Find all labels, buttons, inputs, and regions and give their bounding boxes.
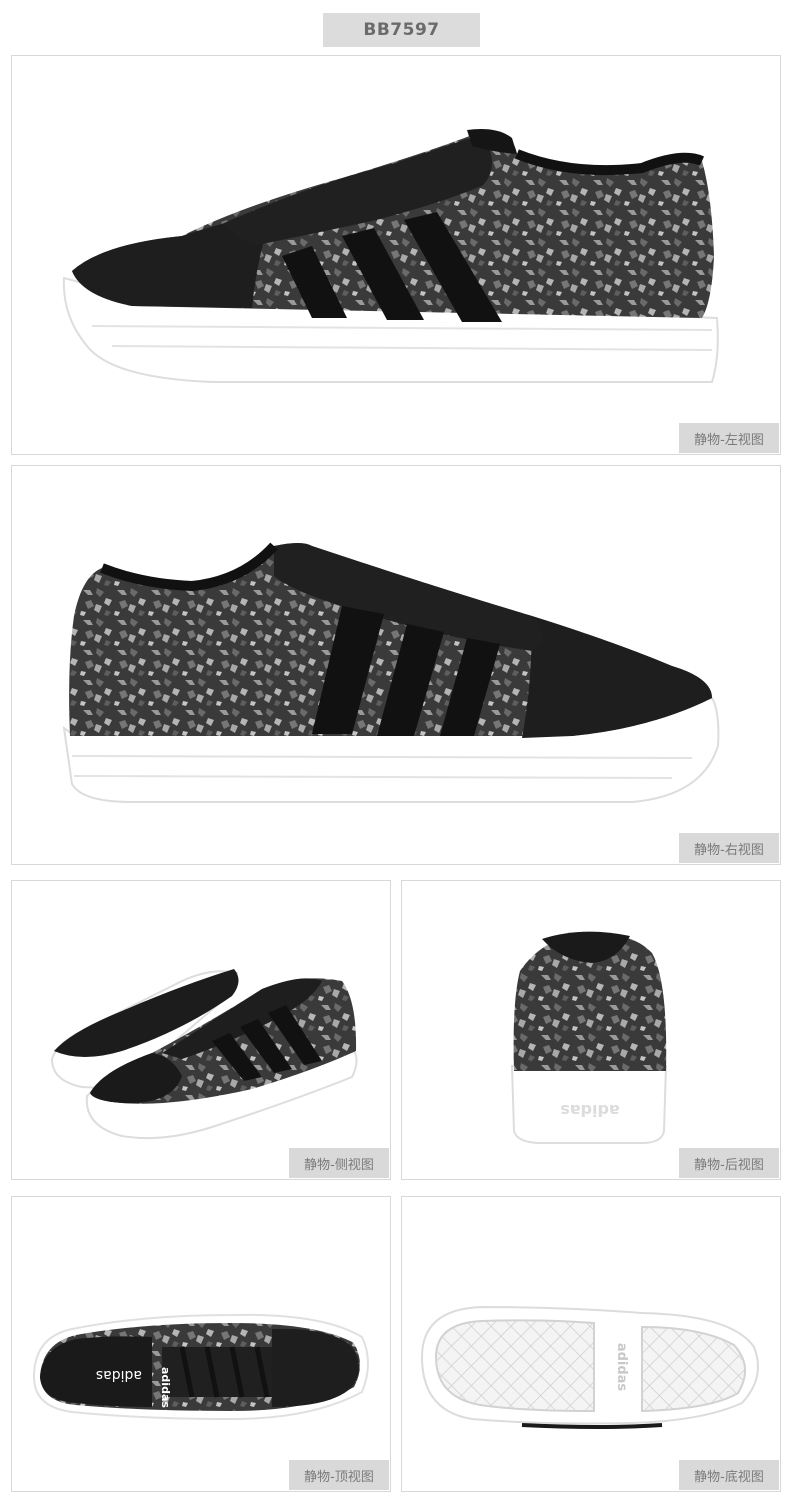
right-view-panel: 静物-右视图 xyxy=(11,465,781,865)
top-view-caption: 静物-顶视图 xyxy=(289,1460,389,1490)
svg-text:adidas: adidas xyxy=(96,1367,142,1383)
left-view-shoe-image xyxy=(62,129,719,383)
back-view-panel: adidas 静物-后视图 xyxy=(401,880,781,1180)
product-code-badge: BB7597 xyxy=(323,13,480,47)
side-view-caption: 静物-侧视图 xyxy=(289,1148,389,1178)
right-view-shoe-image xyxy=(62,542,720,803)
top-view-panel: adidas adidas 静物-顶视图 xyxy=(11,1196,391,1492)
svg-text:adidas: adidas xyxy=(614,1343,629,1392)
left-view-caption: 静物-左视图 xyxy=(679,423,779,453)
svg-text:adidas: adidas xyxy=(560,1101,620,1120)
side-view-shoe-image: adidas xyxy=(50,954,358,1140)
back-view-caption: 静物-后视图 xyxy=(679,1148,779,1178)
bottom-view-shoe-image: adidas xyxy=(420,1305,759,1429)
bottom-view-caption: 静物-底视图 xyxy=(679,1460,779,1490)
bottom-view-panel: adidas 静物-底视图 xyxy=(401,1196,781,1492)
svg-text:adidas: adidas xyxy=(159,1367,172,1408)
back-view-shoe-image: adidas xyxy=(510,931,668,1144)
left-view-panel: 静物-左视图 xyxy=(11,55,781,455)
right-view-caption: 静物-右视图 xyxy=(679,833,779,863)
top-view-shoe-image: adidas adidas xyxy=(32,1313,369,1421)
side-view-panel: adidas 静物-侧视图 xyxy=(11,880,391,1180)
